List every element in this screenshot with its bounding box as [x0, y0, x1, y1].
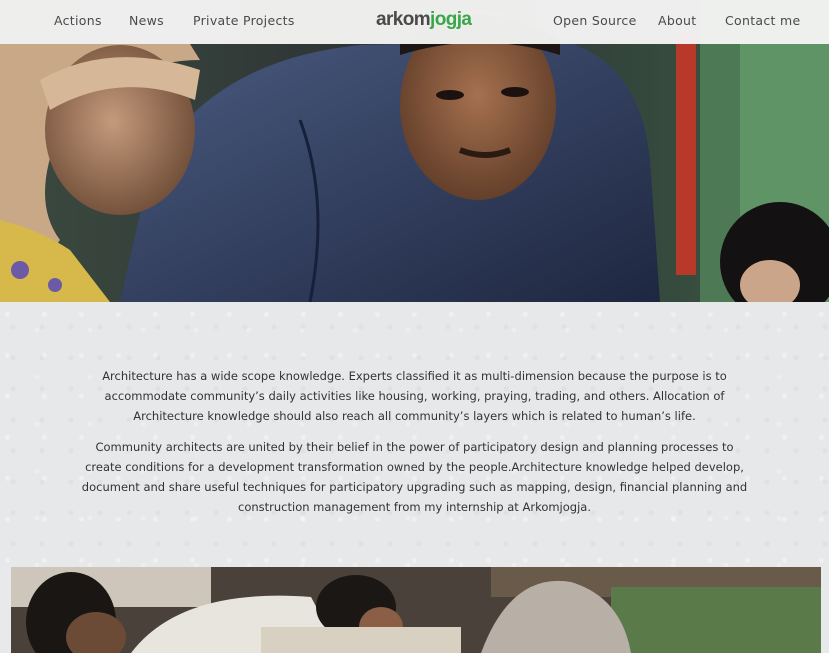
- paragraph-line: Community architects are united by their…: [95, 440, 734, 454]
- logo-text-arkom: arkom: [376, 9, 431, 30]
- nav-link-private-projects[interactable]: Private Projects: [193, 13, 295, 28]
- hero-photo: [0, 0, 829, 302]
- top-navbar: Actions News Private Projects arkomjogja…: [0, 0, 829, 44]
- nav-link-open-source[interactable]: Open Source: [553, 13, 637, 28]
- nav-link-about[interactable]: About: [658, 13, 696, 28]
- paragraph-line: Architecture knowledge should also reach…: [133, 409, 696, 423]
- hero-photo-illustration: [0, 0, 829, 302]
- paragraph-line: Architecture has a wide scope knowledge.…: [102, 369, 727, 383]
- workshop-photo: [11, 567, 821, 653]
- paragraph-line: create conditions for a development tran…: [85, 460, 744, 474]
- nav-link-actions[interactable]: Actions: [54, 13, 102, 28]
- paragraph-line: construction management from my internsh…: [238, 500, 591, 514]
- paragraph-line: document and share useful techniques for…: [81, 480, 748, 494]
- paragraph-line: accommodate community’s daily activities…: [104, 389, 725, 403]
- nav-link-news[interactable]: News: [129, 13, 164, 28]
- intro-section: Architecture has a wide scope knowledge.…: [0, 302, 829, 567]
- nav-link-contact-me[interactable]: Contact me: [725, 13, 800, 28]
- site-logo[interactable]: arkomjogja: [376, 9, 472, 31]
- logo-text-jogja: jogja: [430, 9, 472, 30]
- intro-paragraph-1: Architecture has a wide scope knowledge.…: [0, 366, 829, 426]
- workshop-photo-illustration: [11, 567, 821, 653]
- intro-paragraph-2: Community architects are united by their…: [0, 437, 829, 517]
